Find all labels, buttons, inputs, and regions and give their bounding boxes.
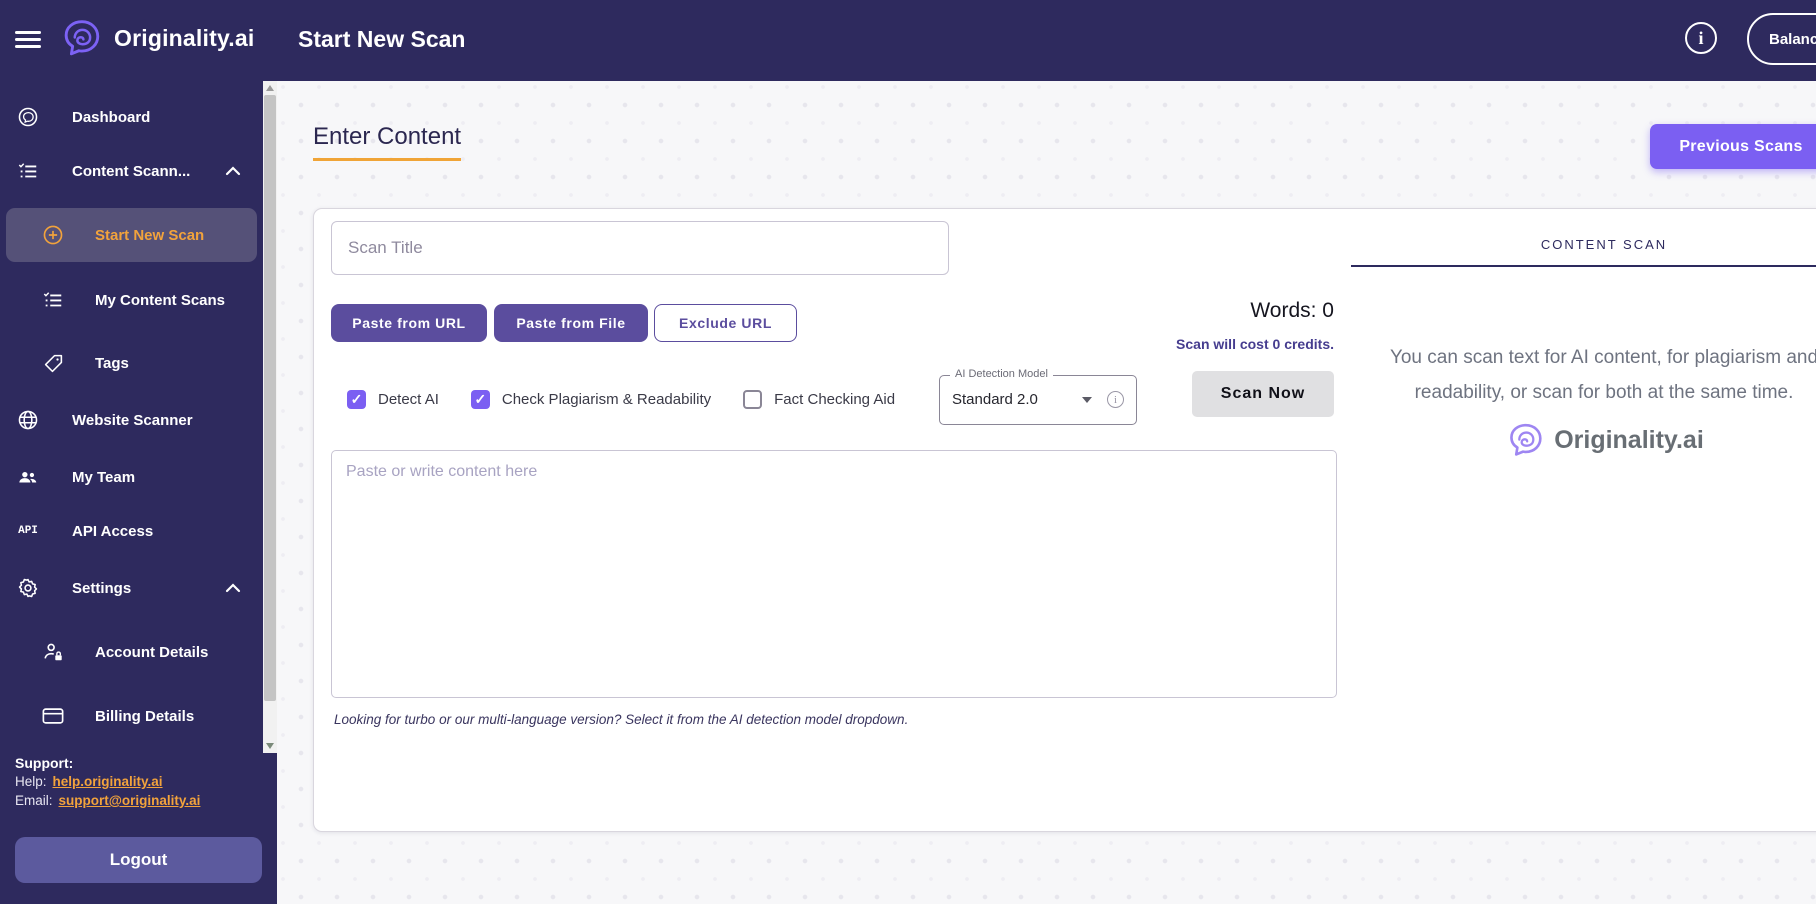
sidebar-item-label: My Team — [72, 468, 136, 486]
sidebar-item-label: API Access — [72, 522, 154, 540]
app-root: Originality.ai Start New Scan i Balance:… — [0, 0, 1816, 904]
support-help-row: Help: help.originality.ai — [15, 774, 163, 789]
scrollbar-thumb[interactable] — [264, 95, 276, 701]
globe-icon — [17, 409, 39, 431]
scrollbar-down-arrow-icon[interactable] — [266, 743, 274, 749]
paste-from-file-button[interactable]: Paste from File — [494, 304, 648, 342]
sidebar-item-my-content-scans[interactable]: My Content Scans — [0, 278, 263, 322]
sidebar-nav: Dashboard Content Scann... Start New Sca… — [0, 81, 263, 753]
list-check-icon — [17, 160, 39, 182]
model-info-icon[interactable]: i — [1107, 391, 1124, 408]
checkmark-icon: ✓ — [474, 390, 487, 407]
sidebar-item-api-access[interactable]: API API Access — [0, 509, 263, 553]
sidebar-item-tags[interactable]: Tags — [0, 341, 263, 385]
tab-underline — [1351, 265, 1816, 267]
checkmark-icon: ✓ — [350, 390, 363, 407]
paste-from-url-button[interactable]: Paste from URL — [331, 304, 487, 342]
brand: Originality.ai — [58, 15, 254, 61]
sidebar-scrollbar[interactable] — [263, 81, 277, 753]
main-content: Enter Content Previous Scans Paste from … — [277, 81, 1816, 904]
content-textarea[interactable] — [331, 450, 1337, 698]
page-title: Start New Scan — [298, 26, 466, 52]
exclude-url-button[interactable]: Exclude URL — [654, 304, 797, 342]
sidebar-item-label: Settings — [72, 579, 132, 597]
support-title: Support: — [15, 755, 74, 771]
gear-icon — [17, 577, 39, 599]
email-link[interactable]: support@originality.ai — [59, 793, 201, 808]
panel-description-line1: You can scan text for AI content, for pl… — [1389, 347, 1816, 368]
sidebar-item-website-scanner[interactable]: Website Scanner — [0, 398, 263, 442]
sidebar-item-label: Account Details — [95, 643, 209, 661]
hamburger-menu-icon[interactable] — [15, 27, 41, 53]
sidebar-support-section: Support: Help: help.originality.ai Email:… — [0, 753, 277, 904]
sidebar-item-start-new-scan[interactable]: Start New Scan — [6, 208, 257, 262]
sidebar-item-content-scanner[interactable]: Content Scann... — [0, 149, 263, 193]
credit-card-icon — [42, 707, 64, 725]
model-select-value: Standard 2.0 — [952, 391, 1038, 408]
check-plagiarism-checkbox[interactable]: ✓ — [470, 389, 490, 409]
words-count: Words: 0 — [1250, 299, 1334, 322]
caret-down-icon — [1082, 397, 1092, 403]
tab-content-scan[interactable]: CONTENT SCAN — [1348, 237, 1816, 252]
scan-options-row: ✓ Detect AI ✓ Check Plagiarism & Readabi… — [347, 381, 927, 417]
detect-ai-checkbox[interactable]: ✓ — [347, 389, 366, 409]
sidebar-item-my-team[interactable]: My Team — [0, 455, 263, 499]
scan-cost-note: Scan will cost 0 credits. — [1176, 336, 1334, 352]
chevron-up-icon — [225, 166, 241, 176]
balance-button[interactable]: Balance: — [1747, 13, 1816, 65]
content-scan-panel: CONTENT SCAN You can scan text for AI co… — [1348, 209, 1816, 833]
help-link[interactable]: help.originality.ai — [53, 774, 163, 789]
sidebar-item-label: Tags — [95, 354, 129, 372]
ai-detection-model-select[interactable]: AI Detection Model Standard 2.0 i — [939, 368, 1137, 425]
chevron-up-icon — [225, 583, 241, 593]
scan-now-button[interactable]: Scan Now — [1192, 371, 1334, 417]
plus-circle-icon — [42, 224, 64, 246]
previous-scans-button[interactable]: Previous Scans — [1650, 124, 1816, 169]
detect-ai-label: Detect AI — [378, 390, 439, 408]
sidebar-item-label: Dashboard — [72, 108, 151, 126]
brain-logo-icon — [58, 15, 104, 61]
panel-brand-logo: Originality.ai — [1348, 419, 1816, 461]
model-dropdown-footnote: Looking for turbo or our multi-language … — [334, 712, 909, 727]
sidebar-item-label: My Content Scans — [95, 291, 226, 309]
enter-content-heading: Enter Content — [313, 123, 462, 161]
sidebar-item-settings[interactable]: Settings — [0, 566, 263, 610]
api-icon: API — [18, 525, 38, 537]
sidebar-item-label: Website Scanner — [72, 411, 193, 429]
scan-form-card: Paste from URL Paste from File Exclude U… — [313, 208, 1816, 832]
sidebar-item-account-details[interactable]: Account Details — [0, 630, 263, 674]
brand-name: Originality.ai — [114, 24, 255, 51]
scrollbar-up-arrow-icon[interactable] — [266, 85, 274, 91]
model-select-label: AI Detection Model — [950, 368, 1053, 380]
scan-title-input[interactable] — [331, 221, 949, 275]
people-icon — [17, 467, 39, 487]
list-check-icon — [42, 289, 64, 311]
info-icon[interactable]: i — [1685, 22, 1717, 54]
check-plagiarism-label: Check Plagiarism & Readability — [501, 390, 712, 408]
fact-checking-checkbox[interactable] — [743, 389, 763, 409]
support-email-row: Email: support@originality.ai — [15, 793, 201, 808]
sidebar-item-label: Billing Details — [95, 707, 195, 725]
fact-checking-label: Fact Checking Aid — [774, 390, 896, 408]
tag-icon — [42, 353, 64, 374]
panel-description-line2: readability, or scan for both at the sam… — [1414, 382, 1794, 403]
panel-brand-name: Originality.ai — [1554, 425, 1704, 454]
sidebar-item-label: Content Scann... — [72, 162, 191, 180]
brain-logo-icon — [1504, 419, 1546, 461]
person-lock-icon — [42, 641, 64, 663]
top-header: Originality.ai Start New Scan i Balance: — [0, 0, 1816, 81]
sidebar-item-dashboard[interactable]: Dashboard — [0, 95, 263, 139]
brain-circle-icon — [17, 106, 39, 128]
sidebar-item-label: Start New Scan — [95, 226, 205, 244]
sidebar-item-billing-details[interactable]: Billing Details — [0, 694, 263, 738]
logout-button[interactable]: Logout — [15, 837, 262, 883]
